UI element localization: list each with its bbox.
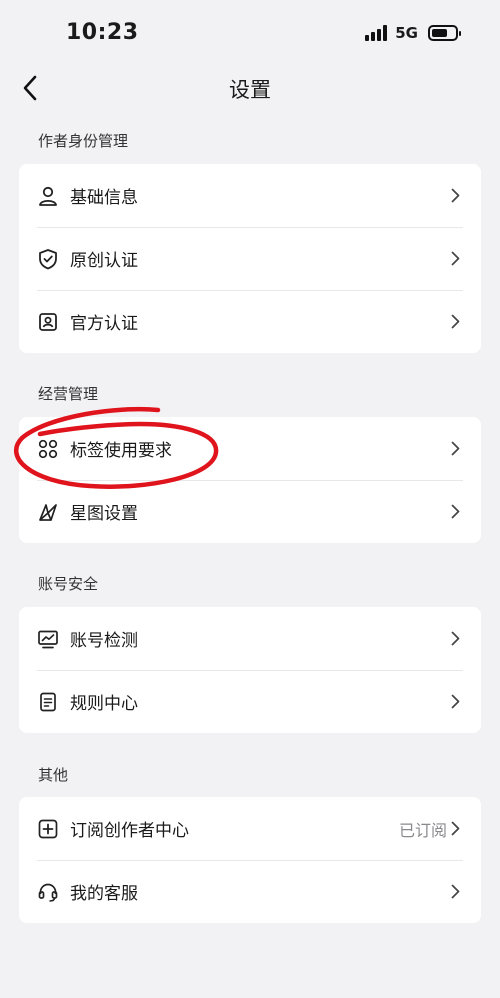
row-rules-center[interactable]: 规则中心	[19, 670, 481, 733]
document-icon	[37, 691, 59, 713]
section-label-identity: 作者身份管理	[38, 132, 129, 150]
row-label: 标签使用要求	[70, 441, 172, 461]
row-subscribe-creator[interactable]: 订阅创作者中心 已订阅	[19, 797, 481, 860]
chevron-right-icon	[449, 884, 461, 900]
page-title: 设置	[229, 78, 271, 102]
row-tag-rules[interactable]: 标签使用要求	[19, 417, 481, 480]
row-label: 规则中心	[70, 694, 138, 714]
status-bar: 10:23 5G	[0, 0, 500, 64]
section-label-other: 其他	[38, 766, 69, 784]
star-diagram-icon	[37, 501, 59, 523]
card-identity: 基础信息 原创认证 官方认证	[19, 164, 481, 353]
chevron-right-icon	[449, 631, 461, 647]
plus-square-icon	[37, 818, 59, 840]
chevron-right-icon	[449, 694, 461, 710]
row-star-settings[interactable]: 星图设置	[19, 480, 481, 543]
headset-icon	[37, 881, 59, 903]
chevron-right-icon	[449, 251, 461, 267]
section-label-business: 经营管理	[38, 385, 99, 403]
nav-bar: 设置	[0, 64, 500, 114]
network-type: 5G	[395, 24, 418, 42]
row-original-cert[interactable]: 原创认证	[19, 227, 481, 290]
shield-check-icon	[37, 248, 59, 270]
signal-icon	[365, 25, 388, 41]
chevron-right-icon	[449, 188, 461, 204]
row-label: 星图设置	[70, 504, 138, 524]
chevron-right-icon	[449, 504, 461, 520]
chevron-right-icon	[449, 441, 461, 457]
row-label: 原创认证	[70, 251, 138, 271]
grid-circles-icon	[37, 438, 59, 460]
card-business: 标签使用要求 星图设置	[19, 417, 481, 543]
row-label: 账号检测	[70, 631, 138, 651]
subscription-status: 已订阅	[398, 820, 447, 840]
status-time: 10:23	[66, 20, 139, 45]
id-badge-icon	[37, 311, 59, 333]
chevron-right-icon	[449, 314, 461, 330]
row-label: 我的客服	[70, 884, 138, 904]
status-indicators: 5G	[365, 22, 461, 44]
chevron-right-icon	[449, 821, 461, 837]
row-account-check[interactable]: 账号检测	[19, 607, 481, 670]
battery-icon	[428, 25, 461, 41]
row-label: 订阅创作者中心	[70, 821, 189, 841]
card-other: 订阅创作者中心 已订阅 我的客服	[19, 797, 481, 923]
row-customer-service[interactable]: 我的客服	[19, 860, 481, 923]
user-icon	[37, 185, 59, 207]
row-label: 官方认证	[70, 314, 138, 334]
monitor-chart-icon	[37, 628, 59, 650]
row-official-cert[interactable]: 官方认证	[19, 290, 481, 353]
row-label: 基础信息	[70, 188, 138, 208]
row-basic-info[interactable]: 基础信息	[19, 164, 481, 227]
section-label-security: 账号安全	[38, 575, 99, 593]
card-security: 账号检测 规则中心	[19, 607, 481, 733]
